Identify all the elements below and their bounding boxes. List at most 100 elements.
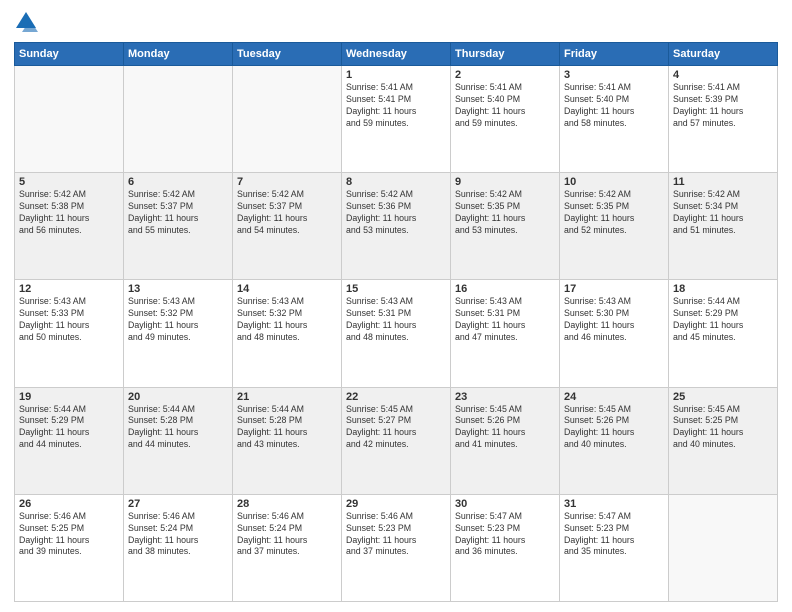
- day-info: Sunrise: 5:44 AM Sunset: 5:29 PM Dayligh…: [673, 296, 773, 344]
- calendar-week-row: 5Sunrise: 5:42 AM Sunset: 5:38 PM Daylig…: [15, 173, 778, 280]
- calendar-cell: 31Sunrise: 5:47 AM Sunset: 5:23 PM Dayli…: [560, 494, 669, 601]
- logo-icon: [14, 10, 38, 34]
- day-info: Sunrise: 5:42 AM Sunset: 5:36 PM Dayligh…: [346, 189, 446, 237]
- day-number: 10: [564, 176, 664, 188]
- day-number: 8: [346, 176, 446, 188]
- day-info: Sunrise: 5:42 AM Sunset: 5:34 PM Dayligh…: [673, 189, 773, 237]
- day-info: Sunrise: 5:42 AM Sunset: 5:37 PM Dayligh…: [237, 189, 337, 237]
- day-info: Sunrise: 5:43 AM Sunset: 5:32 PM Dayligh…: [237, 296, 337, 344]
- day-info: Sunrise: 5:44 AM Sunset: 5:28 PM Dayligh…: [128, 404, 228, 452]
- calendar-dow-sunday: Sunday: [15, 43, 124, 66]
- calendar-cell: 22Sunrise: 5:45 AM Sunset: 5:27 PM Dayli…: [342, 387, 451, 494]
- day-info: Sunrise: 5:46 AM Sunset: 5:24 PM Dayligh…: [237, 511, 337, 559]
- day-number: 5: [19, 176, 119, 188]
- day-info: Sunrise: 5:43 AM Sunset: 5:32 PM Dayligh…: [128, 296, 228, 344]
- day-info: Sunrise: 5:46 AM Sunset: 5:24 PM Dayligh…: [128, 511, 228, 559]
- calendar-cell: 7Sunrise: 5:42 AM Sunset: 5:37 PM Daylig…: [233, 173, 342, 280]
- day-info: Sunrise: 5:41 AM Sunset: 5:40 PM Dayligh…: [564, 82, 664, 130]
- calendar-cell: 12Sunrise: 5:43 AM Sunset: 5:33 PM Dayli…: [15, 280, 124, 387]
- day-number: 29: [346, 498, 446, 510]
- calendar-cell: 18Sunrise: 5:44 AM Sunset: 5:29 PM Dayli…: [669, 280, 778, 387]
- calendar-cell: 4Sunrise: 5:41 AM Sunset: 5:39 PM Daylig…: [669, 66, 778, 173]
- calendar-cell: 23Sunrise: 5:45 AM Sunset: 5:26 PM Dayli…: [451, 387, 560, 494]
- calendar-cell: 20Sunrise: 5:44 AM Sunset: 5:28 PM Dayli…: [124, 387, 233, 494]
- calendar-cell: [669, 494, 778, 601]
- day-info: Sunrise: 5:43 AM Sunset: 5:31 PM Dayligh…: [346, 296, 446, 344]
- calendar-cell: 5Sunrise: 5:42 AM Sunset: 5:38 PM Daylig…: [15, 173, 124, 280]
- day-number: 18: [673, 283, 773, 295]
- calendar-week-row: 12Sunrise: 5:43 AM Sunset: 5:33 PM Dayli…: [15, 280, 778, 387]
- day-number: 25: [673, 391, 773, 403]
- calendar-cell: 26Sunrise: 5:46 AM Sunset: 5:25 PM Dayli…: [15, 494, 124, 601]
- day-info: Sunrise: 5:41 AM Sunset: 5:40 PM Dayligh…: [455, 82, 555, 130]
- day-info: Sunrise: 5:45 AM Sunset: 5:25 PM Dayligh…: [673, 404, 773, 452]
- day-number: 26: [19, 498, 119, 510]
- day-info: Sunrise: 5:43 AM Sunset: 5:33 PM Dayligh…: [19, 296, 119, 344]
- day-number: 20: [128, 391, 228, 403]
- day-number: 13: [128, 283, 228, 295]
- calendar-cell: [15, 66, 124, 173]
- calendar-cell: 14Sunrise: 5:43 AM Sunset: 5:32 PM Dayli…: [233, 280, 342, 387]
- calendar-cell: 2Sunrise: 5:41 AM Sunset: 5:40 PM Daylig…: [451, 66, 560, 173]
- day-info: Sunrise: 5:46 AM Sunset: 5:25 PM Dayligh…: [19, 511, 119, 559]
- day-info: Sunrise: 5:45 AM Sunset: 5:26 PM Dayligh…: [564, 404, 664, 452]
- calendar-dow-wednesday: Wednesday: [342, 43, 451, 66]
- calendar-cell: [124, 66, 233, 173]
- day-info: Sunrise: 5:47 AM Sunset: 5:23 PM Dayligh…: [455, 511, 555, 559]
- calendar-cell: 15Sunrise: 5:43 AM Sunset: 5:31 PM Dayli…: [342, 280, 451, 387]
- day-info: Sunrise: 5:42 AM Sunset: 5:37 PM Dayligh…: [128, 189, 228, 237]
- day-number: 21: [237, 391, 337, 403]
- calendar-cell: 1Sunrise: 5:41 AM Sunset: 5:41 PM Daylig…: [342, 66, 451, 173]
- calendar-table: SundayMondayTuesdayWednesdayThursdayFrid…: [14, 42, 778, 602]
- calendar-cell: 10Sunrise: 5:42 AM Sunset: 5:35 PM Dayli…: [560, 173, 669, 280]
- calendar-dow-friday: Friday: [560, 43, 669, 66]
- calendar-cell: 30Sunrise: 5:47 AM Sunset: 5:23 PM Dayli…: [451, 494, 560, 601]
- day-number: 4: [673, 69, 773, 81]
- day-info: Sunrise: 5:42 AM Sunset: 5:35 PM Dayligh…: [455, 189, 555, 237]
- calendar-cell: 27Sunrise: 5:46 AM Sunset: 5:24 PM Dayli…: [124, 494, 233, 601]
- day-info: Sunrise: 5:45 AM Sunset: 5:26 PM Dayligh…: [455, 404, 555, 452]
- calendar-dow-thursday: Thursday: [451, 43, 560, 66]
- day-number: 23: [455, 391, 555, 403]
- calendar-cell: 9Sunrise: 5:42 AM Sunset: 5:35 PM Daylig…: [451, 173, 560, 280]
- day-number: 1: [346, 69, 446, 81]
- calendar-cell: 6Sunrise: 5:42 AM Sunset: 5:37 PM Daylig…: [124, 173, 233, 280]
- day-number: 30: [455, 498, 555, 510]
- day-info: Sunrise: 5:47 AM Sunset: 5:23 PM Dayligh…: [564, 511, 664, 559]
- day-info: Sunrise: 5:45 AM Sunset: 5:27 PM Dayligh…: [346, 404, 446, 452]
- day-number: 11: [673, 176, 773, 188]
- day-number: 9: [455, 176, 555, 188]
- day-number: 19: [19, 391, 119, 403]
- day-info: Sunrise: 5:41 AM Sunset: 5:41 PM Dayligh…: [346, 82, 446, 130]
- day-number: 7: [237, 176, 337, 188]
- calendar-cell: 21Sunrise: 5:44 AM Sunset: 5:28 PM Dayli…: [233, 387, 342, 494]
- day-info: Sunrise: 5:44 AM Sunset: 5:29 PM Dayligh…: [19, 404, 119, 452]
- day-info: Sunrise: 5:43 AM Sunset: 5:31 PM Dayligh…: [455, 296, 555, 344]
- calendar-cell: [233, 66, 342, 173]
- calendar-week-row: 26Sunrise: 5:46 AM Sunset: 5:25 PM Dayli…: [15, 494, 778, 601]
- page: SundayMondayTuesdayWednesdayThursdayFrid…: [0, 0, 792, 612]
- calendar-cell: 13Sunrise: 5:43 AM Sunset: 5:32 PM Dayli…: [124, 280, 233, 387]
- day-number: 16: [455, 283, 555, 295]
- day-number: 17: [564, 283, 664, 295]
- calendar-header-row: SundayMondayTuesdayWednesdayThursdayFrid…: [15, 43, 778, 66]
- day-info: Sunrise: 5:46 AM Sunset: 5:23 PM Dayligh…: [346, 511, 446, 559]
- calendar-cell: 11Sunrise: 5:42 AM Sunset: 5:34 PM Dayli…: [669, 173, 778, 280]
- calendar-cell: 17Sunrise: 5:43 AM Sunset: 5:30 PM Dayli…: [560, 280, 669, 387]
- calendar-cell: 28Sunrise: 5:46 AM Sunset: 5:24 PM Dayli…: [233, 494, 342, 601]
- calendar-cell: 8Sunrise: 5:42 AM Sunset: 5:36 PM Daylig…: [342, 173, 451, 280]
- calendar-week-row: 19Sunrise: 5:44 AM Sunset: 5:29 PM Dayli…: [15, 387, 778, 494]
- day-info: Sunrise: 5:42 AM Sunset: 5:38 PM Dayligh…: [19, 189, 119, 237]
- day-number: 12: [19, 283, 119, 295]
- calendar-cell: 19Sunrise: 5:44 AM Sunset: 5:29 PM Dayli…: [15, 387, 124, 494]
- day-number: 14: [237, 283, 337, 295]
- day-number: 24: [564, 391, 664, 403]
- calendar-cell: 29Sunrise: 5:46 AM Sunset: 5:23 PM Dayli…: [342, 494, 451, 601]
- day-number: 15: [346, 283, 446, 295]
- header: [14, 10, 778, 34]
- day-info: Sunrise: 5:41 AM Sunset: 5:39 PM Dayligh…: [673, 82, 773, 130]
- calendar-week-row: 1Sunrise: 5:41 AM Sunset: 5:41 PM Daylig…: [15, 66, 778, 173]
- day-number: 28: [237, 498, 337, 510]
- logo: [14, 10, 42, 34]
- calendar-dow-tuesday: Tuesday: [233, 43, 342, 66]
